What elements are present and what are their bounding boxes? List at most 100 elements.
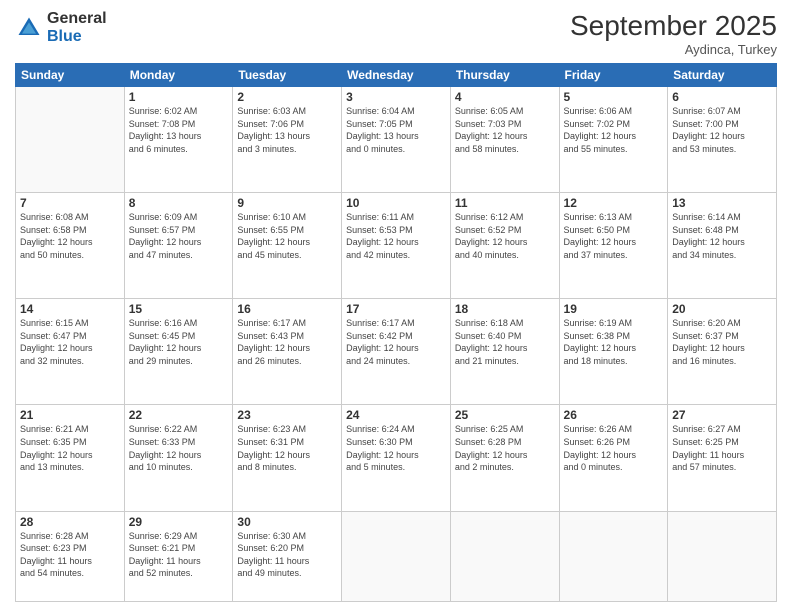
table-row: 28Sunrise: 6:28 AM Sunset: 6:23 PM Dayli… bbox=[16, 511, 125, 601]
day-number: 17 bbox=[346, 302, 446, 316]
day-info: Sunrise: 6:11 AM Sunset: 6:53 PM Dayligh… bbox=[346, 211, 446, 261]
day-info: Sunrise: 6:15 AM Sunset: 6:47 PM Dayligh… bbox=[20, 317, 120, 367]
day-number: 10 bbox=[346, 196, 446, 210]
table-row: 17Sunrise: 6:17 AM Sunset: 6:42 PM Dayli… bbox=[342, 299, 451, 405]
day-info: Sunrise: 6:08 AM Sunset: 6:58 PM Dayligh… bbox=[20, 211, 120, 261]
day-number: 16 bbox=[237, 302, 337, 316]
day-number: 30 bbox=[237, 515, 337, 529]
table-row: 3Sunrise: 6:04 AM Sunset: 7:05 PM Daylig… bbox=[342, 87, 451, 193]
day-info: Sunrise: 6:28 AM Sunset: 6:23 PM Dayligh… bbox=[20, 530, 120, 580]
day-info: Sunrise: 6:26 AM Sunset: 6:26 PM Dayligh… bbox=[564, 423, 664, 473]
table-row bbox=[342, 511, 451, 601]
day-info: Sunrise: 6:25 AM Sunset: 6:28 PM Dayligh… bbox=[455, 423, 555, 473]
table-row: 20Sunrise: 6:20 AM Sunset: 6:37 PM Dayli… bbox=[668, 299, 777, 405]
table-row: 16Sunrise: 6:17 AM Sunset: 6:43 PM Dayli… bbox=[233, 299, 342, 405]
header: General Blue September 2025 Aydinca, Tur… bbox=[15, 10, 777, 57]
table-row bbox=[559, 511, 668, 601]
day-number: 2 bbox=[237, 90, 337, 104]
header-sunday: Sunday bbox=[16, 64, 125, 87]
header-thursday: Thursday bbox=[450, 64, 559, 87]
day-number: 26 bbox=[564, 408, 664, 422]
day-info: Sunrise: 6:12 AM Sunset: 6:52 PM Dayligh… bbox=[455, 211, 555, 261]
table-row: 10Sunrise: 6:11 AM Sunset: 6:53 PM Dayli… bbox=[342, 193, 451, 299]
table-row: 23Sunrise: 6:23 AM Sunset: 6:31 PM Dayli… bbox=[233, 405, 342, 511]
table-row: 22Sunrise: 6:22 AM Sunset: 6:33 PM Dayli… bbox=[124, 405, 233, 511]
day-info: Sunrise: 6:09 AM Sunset: 6:57 PM Dayligh… bbox=[129, 211, 229, 261]
day-info: Sunrise: 6:23 AM Sunset: 6:31 PM Dayligh… bbox=[237, 423, 337, 473]
day-number: 7 bbox=[20, 196, 120, 210]
table-row: 11Sunrise: 6:12 AM Sunset: 6:52 PM Dayli… bbox=[450, 193, 559, 299]
day-info: Sunrise: 6:21 AM Sunset: 6:35 PM Dayligh… bbox=[20, 423, 120, 473]
day-info: Sunrise: 6:29 AM Sunset: 6:21 PM Dayligh… bbox=[129, 530, 229, 580]
day-info: Sunrise: 6:18 AM Sunset: 6:40 PM Dayligh… bbox=[455, 317, 555, 367]
day-number: 19 bbox=[564, 302, 664, 316]
table-row: 4Sunrise: 6:05 AM Sunset: 7:03 PM Daylig… bbox=[450, 87, 559, 193]
day-info: Sunrise: 6:06 AM Sunset: 7:02 PM Dayligh… bbox=[564, 105, 664, 155]
table-row: 12Sunrise: 6:13 AM Sunset: 6:50 PM Dayli… bbox=[559, 193, 668, 299]
day-number: 28 bbox=[20, 515, 120, 529]
table-row: 8Sunrise: 6:09 AM Sunset: 6:57 PM Daylig… bbox=[124, 193, 233, 299]
day-info: Sunrise: 6:17 AM Sunset: 6:43 PM Dayligh… bbox=[237, 317, 337, 367]
day-info: Sunrise: 6:05 AM Sunset: 7:03 PM Dayligh… bbox=[455, 105, 555, 155]
day-number: 18 bbox=[455, 302, 555, 316]
day-number: 8 bbox=[129, 196, 229, 210]
logo: General Blue bbox=[15, 10, 107, 45]
table-row bbox=[16, 87, 125, 193]
day-info: Sunrise: 6:14 AM Sunset: 6:48 PM Dayligh… bbox=[672, 211, 772, 261]
logo-icon bbox=[15, 14, 43, 42]
day-info: Sunrise: 6:24 AM Sunset: 6:30 PM Dayligh… bbox=[346, 423, 446, 473]
table-row: 19Sunrise: 6:19 AM Sunset: 6:38 PM Dayli… bbox=[559, 299, 668, 405]
table-row: 15Sunrise: 6:16 AM Sunset: 6:45 PM Dayli… bbox=[124, 299, 233, 405]
table-row: 9Sunrise: 6:10 AM Sunset: 6:55 PM Daylig… bbox=[233, 193, 342, 299]
logo-general-text: General bbox=[47, 10, 107, 28]
table-row: 1Sunrise: 6:02 AM Sunset: 7:08 PM Daylig… bbox=[124, 87, 233, 193]
header-monday: Monday bbox=[124, 64, 233, 87]
table-row: 21Sunrise: 6:21 AM Sunset: 6:35 PM Dayli… bbox=[16, 405, 125, 511]
day-number: 6 bbox=[672, 90, 772, 104]
table-row: 18Sunrise: 6:18 AM Sunset: 6:40 PM Dayli… bbox=[450, 299, 559, 405]
day-number: 5 bbox=[564, 90, 664, 104]
day-number: 11 bbox=[455, 196, 555, 210]
table-row: 13Sunrise: 6:14 AM Sunset: 6:48 PM Dayli… bbox=[668, 193, 777, 299]
day-number: 13 bbox=[672, 196, 772, 210]
day-number: 3 bbox=[346, 90, 446, 104]
table-row: 30Sunrise: 6:30 AM Sunset: 6:20 PM Dayli… bbox=[233, 511, 342, 601]
day-info: Sunrise: 6:16 AM Sunset: 6:45 PM Dayligh… bbox=[129, 317, 229, 367]
table-row: 7Sunrise: 6:08 AM Sunset: 6:58 PM Daylig… bbox=[16, 193, 125, 299]
table-row: 29Sunrise: 6:29 AM Sunset: 6:21 PM Dayli… bbox=[124, 511, 233, 601]
title-block: September 2025 Aydinca, Turkey bbox=[570, 10, 777, 57]
day-number: 29 bbox=[129, 515, 229, 529]
day-number: 21 bbox=[20, 408, 120, 422]
header-saturday: Saturday bbox=[668, 64, 777, 87]
table-row: 6Sunrise: 6:07 AM Sunset: 7:00 PM Daylig… bbox=[668, 87, 777, 193]
day-info: Sunrise: 6:13 AM Sunset: 6:50 PM Dayligh… bbox=[564, 211, 664, 261]
day-info: Sunrise: 6:27 AM Sunset: 6:25 PM Dayligh… bbox=[672, 423, 772, 473]
day-info: Sunrise: 6:17 AM Sunset: 6:42 PM Dayligh… bbox=[346, 317, 446, 367]
day-number: 25 bbox=[455, 408, 555, 422]
logo-blue-text: Blue bbox=[47, 28, 107, 46]
header-tuesday: Tuesday bbox=[233, 64, 342, 87]
table-row bbox=[450, 511, 559, 601]
table-row: 2Sunrise: 6:03 AM Sunset: 7:06 PM Daylig… bbox=[233, 87, 342, 193]
table-row: 27Sunrise: 6:27 AM Sunset: 6:25 PM Dayli… bbox=[668, 405, 777, 511]
day-number: 27 bbox=[672, 408, 772, 422]
day-number: 4 bbox=[455, 90, 555, 104]
day-info: Sunrise: 6:22 AM Sunset: 6:33 PM Dayligh… bbox=[129, 423, 229, 473]
day-info: Sunrise: 6:19 AM Sunset: 6:38 PM Dayligh… bbox=[564, 317, 664, 367]
day-info: Sunrise: 6:04 AM Sunset: 7:05 PM Dayligh… bbox=[346, 105, 446, 155]
day-number: 22 bbox=[129, 408, 229, 422]
table-row: 25Sunrise: 6:25 AM Sunset: 6:28 PM Dayli… bbox=[450, 405, 559, 511]
day-number: 15 bbox=[129, 302, 229, 316]
day-number: 9 bbox=[237, 196, 337, 210]
table-row bbox=[668, 511, 777, 601]
calendar-location: Aydinca, Turkey bbox=[570, 42, 777, 57]
header-friday: Friday bbox=[559, 64, 668, 87]
day-info: Sunrise: 6:20 AM Sunset: 6:37 PM Dayligh… bbox=[672, 317, 772, 367]
table-row: 5Sunrise: 6:06 AM Sunset: 7:02 PM Daylig… bbox=[559, 87, 668, 193]
header-wednesday: Wednesday bbox=[342, 64, 451, 87]
day-number: 12 bbox=[564, 196, 664, 210]
day-number: 14 bbox=[20, 302, 120, 316]
table-row: 26Sunrise: 6:26 AM Sunset: 6:26 PM Dayli… bbox=[559, 405, 668, 511]
calendar-title: September 2025 bbox=[570, 10, 777, 42]
day-number: 1 bbox=[129, 90, 229, 104]
